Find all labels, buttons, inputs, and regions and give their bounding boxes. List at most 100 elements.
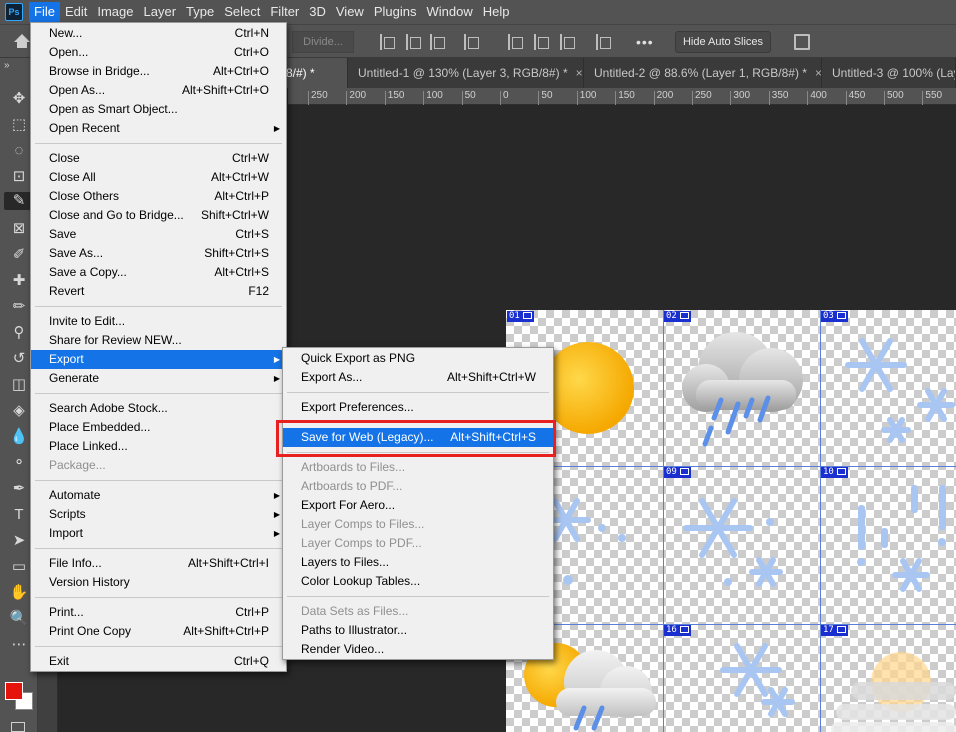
file-menu-item-import[interactable]: Import ▶ bbox=[31, 524, 286, 543]
paint-bucket-tool-icon[interactable]: ◈ bbox=[9, 402, 29, 420]
edit-toolbar-icon[interactable]: ⋯ bbox=[9, 636, 29, 654]
tab-current-document[interactable]: 8/#) * bbox=[284, 58, 348, 88]
align-left-icon[interactable] bbox=[508, 34, 523, 50]
file-menu-item-print-one-copy[interactable]: Print One Copy Alt+Shift+Ctrl+P bbox=[31, 622, 286, 641]
menu-plugins[interactable]: Plugins bbox=[369, 2, 422, 22]
type-tool-icon[interactable]: T bbox=[9, 506, 29, 524]
file-menu-item-save-as[interactable]: Save As... Shift+Ctrl+S bbox=[31, 244, 286, 263]
file-menu-item-search-adobe-stock[interactable]: Search Adobe Stock... bbox=[31, 399, 286, 418]
brush-tool-icon[interactable]: ✏ bbox=[9, 298, 29, 316]
object-selection-tool-icon[interactable]: ⊡ bbox=[9, 168, 29, 186]
export-menu-item-export-as[interactable]: Export As... Alt+Shift+Ctrl+W bbox=[283, 368, 553, 387]
slice-options-icon[interactable] bbox=[794, 34, 810, 50]
close-tab-icon[interactable]: × bbox=[576, 66, 583, 80]
file-menu-item-place-linked[interactable]: Place Linked... bbox=[31, 437, 286, 456]
pen-tool-icon[interactable]: ✒ bbox=[9, 480, 29, 498]
export-menu-item-color-lookup-tables[interactable]: Color Lookup Tables... bbox=[283, 572, 553, 591]
slice-badge[interactable]: 02 bbox=[664, 311, 691, 322]
export-menu-item-export-preferences[interactable]: Export Preferences... bbox=[283, 398, 553, 417]
export-menu-item-export-for-aero[interactable]: Export For Aero... bbox=[283, 496, 553, 515]
path-selection-tool-icon[interactable]: ➤ bbox=[9, 532, 29, 550]
close-tab-icon[interactable]: × bbox=[815, 66, 821, 80]
file-menu-item-open[interactable]: Open... Ctrl+O bbox=[31, 43, 286, 62]
align-bottom-icon[interactable] bbox=[430, 34, 445, 50]
history-brush-tool-icon[interactable]: ↺ bbox=[9, 350, 29, 368]
file-menu-item-browse-in-bridge[interactable]: Browse in Bridge... Alt+Ctrl+O bbox=[31, 62, 286, 81]
menu-layer[interactable]: Layer bbox=[139, 2, 182, 22]
file-menu-item-automate[interactable]: Automate ▶ bbox=[31, 486, 286, 505]
divide-slice-button[interactable]: Divide... bbox=[292, 31, 354, 53]
move-tool-icon[interactable]: ✥ bbox=[9, 90, 29, 108]
menu-window[interactable]: Window bbox=[421, 2, 477, 22]
menu-file[interactable]: File bbox=[29, 2, 60, 22]
dodge-tool-icon[interactable]: ⚬ bbox=[9, 454, 29, 472]
slice-badge[interactable]: 01 bbox=[507, 311, 534, 322]
export-menu-item-layers-to-files[interactable]: Layers to Files... bbox=[283, 553, 553, 572]
rectangle-tool-icon[interactable]: ▭ bbox=[9, 558, 29, 576]
file-menu-item-version-history[interactable]: Version History bbox=[31, 573, 286, 592]
menu-type[interactable]: Type bbox=[181, 2, 219, 22]
tab-untitled-1[interactable]: Untitled-1 @ 130% (Layer 3, RGB/8#) * × bbox=[348, 58, 584, 88]
slice-badge[interactable]: 03 bbox=[821, 311, 848, 322]
align-hcenter-icon[interactable] bbox=[534, 34, 549, 50]
slice-badge[interactable]: 09 bbox=[664, 467, 691, 478]
zoom-tool-icon[interactable]: 🔍 bbox=[9, 610, 29, 628]
align-vcenter-icon[interactable] bbox=[406, 34, 421, 50]
foreground-color-swatch[interactable] bbox=[5, 682, 23, 700]
document-canvas[interactable]: 01 02 03 09 10 16 17 bbox=[506, 310, 956, 732]
menu-edit[interactable]: Edit bbox=[60, 2, 92, 22]
file-menu-item-invite-to-edit[interactable]: Invite to Edit... bbox=[31, 312, 286, 331]
home-icon[interactable] bbox=[14, 34, 30, 48]
distribute-top-icon[interactable] bbox=[464, 34, 479, 50]
lasso-tool-icon[interactable]: ◌ bbox=[9, 142, 29, 160]
clone-stamp-tool-icon[interactable]: ⚲ bbox=[9, 324, 29, 342]
frame-tool-icon[interactable]: ⊠ bbox=[9, 220, 29, 238]
menu-3d[interactable]: 3D bbox=[304, 2, 331, 22]
marquee-tool-icon[interactable]: ⬚ bbox=[9, 116, 29, 134]
healing-brush-tool-icon[interactable]: ✚ bbox=[9, 272, 29, 290]
file-menu-item-print[interactable]: Print... Ctrl+P bbox=[31, 603, 286, 622]
tab-untitled-3[interactable]: Untitled-3 @ 100% (Laye bbox=[822, 58, 956, 88]
menu-help[interactable]: Help bbox=[478, 2, 515, 22]
file-menu-item-close-all[interactable]: Close All Alt+Ctrl+W bbox=[31, 168, 286, 187]
distribute-left-icon[interactable] bbox=[596, 34, 611, 50]
align-top-icon[interactable] bbox=[380, 34, 395, 50]
file-menu-item-exit[interactable]: Exit Ctrl+Q bbox=[31, 652, 286, 671]
file-menu-item-close-others[interactable]: Close Others Alt+Ctrl+P bbox=[31, 187, 286, 206]
collapse-toolbar-icon[interactable]: » bbox=[4, 60, 10, 71]
file-menu-item-open-as[interactable]: Open As... Alt+Shift+Ctrl+O bbox=[31, 81, 286, 100]
file-menu-item-save[interactable]: Save Ctrl+S bbox=[31, 225, 286, 244]
slice-badge[interactable]: 16 bbox=[664, 625, 691, 636]
file-menu-item-generate[interactable]: Generate ▶ bbox=[31, 369, 286, 388]
eraser-tool-icon[interactable]: ◫ bbox=[9, 376, 29, 394]
eyedropper-tool-icon[interactable]: ✐ bbox=[9, 246, 29, 264]
quick-mask-icon[interactable] bbox=[11, 722, 25, 732]
export-menu-item-render-video[interactable]: Render Video... bbox=[283, 640, 553, 659]
file-menu-item-share-for-review-new[interactable]: Share for Review NEW... bbox=[31, 331, 286, 350]
slice-badge[interactable]: 17 bbox=[821, 625, 848, 636]
file-menu-item-file-info[interactable]: File Info... Alt+Shift+Ctrl+I bbox=[31, 554, 286, 573]
tab-untitled-2[interactable]: Untitled-2 @ 88.6% (Layer 1, RGB/8#) * × bbox=[584, 58, 822, 88]
menu-view[interactable]: View bbox=[331, 2, 369, 22]
file-menu-item-close[interactable]: Close Ctrl+W bbox=[31, 149, 286, 168]
file-menu-item-open-as-smart-object[interactable]: Open as Smart Object... bbox=[31, 100, 286, 119]
file-menu-item-place-embedded[interactable]: Place Embedded... bbox=[31, 418, 286, 437]
file-menu-item-new[interactable]: New... Ctrl+N bbox=[31, 24, 286, 43]
file-menu-item-save-a-copy[interactable]: Save a Copy... Alt+Ctrl+S bbox=[31, 263, 286, 282]
file-menu-item-scripts[interactable]: Scripts ▶ bbox=[31, 505, 286, 524]
slice-badge[interactable]: 10 bbox=[821, 467, 848, 478]
hide-auto-slices-button[interactable]: Hide Auto Slices bbox=[675, 31, 771, 53]
file-menu-item-revert[interactable]: Revert F12 bbox=[31, 282, 286, 301]
menu-filter[interactable]: Filter bbox=[265, 2, 304, 22]
export-menu-item-quick-export-as-png[interactable]: Quick Export as PNG bbox=[283, 349, 553, 368]
blur-tool-icon[interactable]: 💧 bbox=[9, 428, 29, 446]
hand-tool-icon[interactable]: ✋ bbox=[9, 584, 29, 602]
file-menu-item-export[interactable]: Export ▶ bbox=[31, 350, 286, 369]
export-menu-item-paths-to-illustrator[interactable]: Paths to Illustrator... bbox=[283, 621, 553, 640]
menu-image[interactable]: Image bbox=[92, 2, 138, 22]
more-options-icon[interactable]: ••• bbox=[636, 34, 654, 50]
file-menu-item-open-recent[interactable]: Open Recent ▶ bbox=[31, 119, 286, 138]
menu-select[interactable]: Select bbox=[219, 2, 265, 22]
align-right-icon[interactable] bbox=[560, 34, 575, 50]
file-menu-item-close-and-go-to-bridge[interactable]: Close and Go to Bridge... Shift+Ctrl+W bbox=[31, 206, 286, 225]
